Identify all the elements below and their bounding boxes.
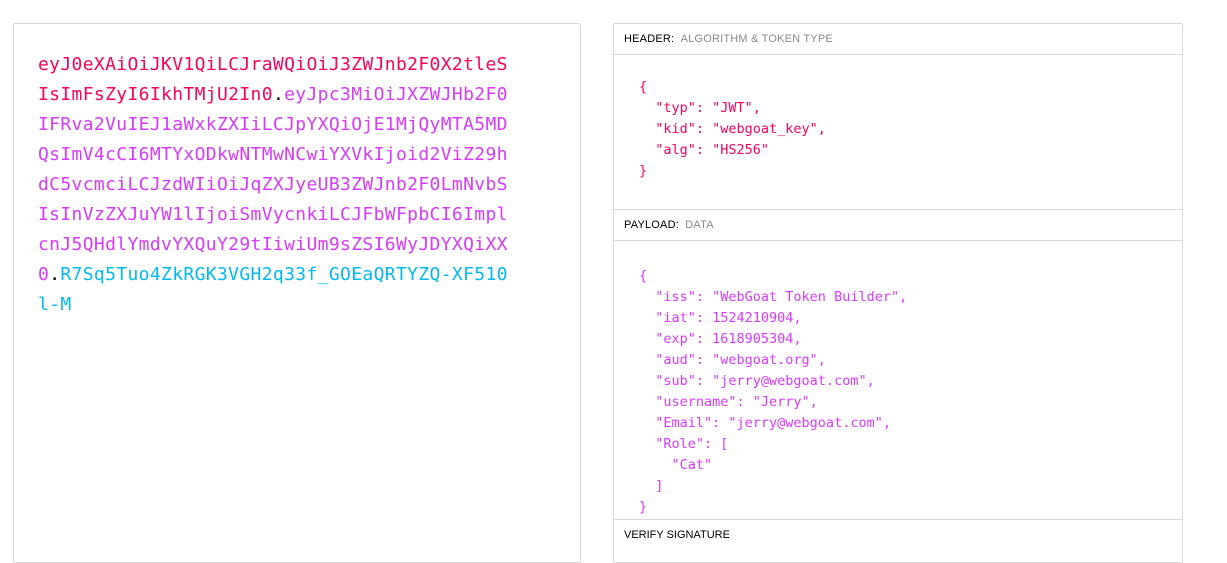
payload-section-title: PAYLOAD: DATA <box>614 210 1182 241</box>
token-signature-part: R7Sq5Tuo4ZkRGK3VGH2q33f_GOEaQRTYZQ-XF510… <box>38 264 508 315</box>
token-payload-part: eyJpc3MiOiJXZWJHb2F0IFRva2VuIEJ1aWxkZXIi… <box>38 84 508 285</box>
payload-json-editor[interactable]: { "iss": "WebGoat Token Builder", "iat":… <box>614 241 1182 520</box>
payload-section-subtitle: DATA <box>685 219 714 231</box>
header-section-label: HEADER: <box>624 33 675 45</box>
encoded-token-panel[interactable]: eyJ0eXAiOiJKV1QiLCJraWQiOiJ3ZWJnb2F0X2tl… <box>13 23 581 563</box>
encoded-token-text[interactable]: eyJ0eXAiOiJKV1QiLCJraWQiOiJ3ZWJnb2F0X2tl… <box>38 50 518 320</box>
token-dot-separator: . <box>272 84 285 105</box>
decoded-token-panel: HEADER: ALGORITHM & TOKEN TYPE { "typ": … <box>613 23 1183 563</box>
payload-section-label: PAYLOAD: <box>624 219 679 231</box>
token-dot-separator: . <box>49 264 61 285</box>
header-json-editor[interactable]: { "typ": "JWT", "kid": "webgoat_key", "a… <box>614 55 1182 210</box>
verify-signature-section-title: VERIFY SIGNATURE <box>624 529 730 541</box>
payload-json[interactable]: { "iss": "WebGoat Token Builder", "iat":… <box>639 266 907 518</box>
header-json[interactable]: { "typ": "JWT", "kid": "webgoat_key", "a… <box>639 77 826 182</box>
header-section-subtitle: ALGORITHM & TOKEN TYPE <box>680 33 833 45</box>
header-section-title: HEADER: ALGORITHM & TOKEN TYPE <box>614 24 1182 55</box>
